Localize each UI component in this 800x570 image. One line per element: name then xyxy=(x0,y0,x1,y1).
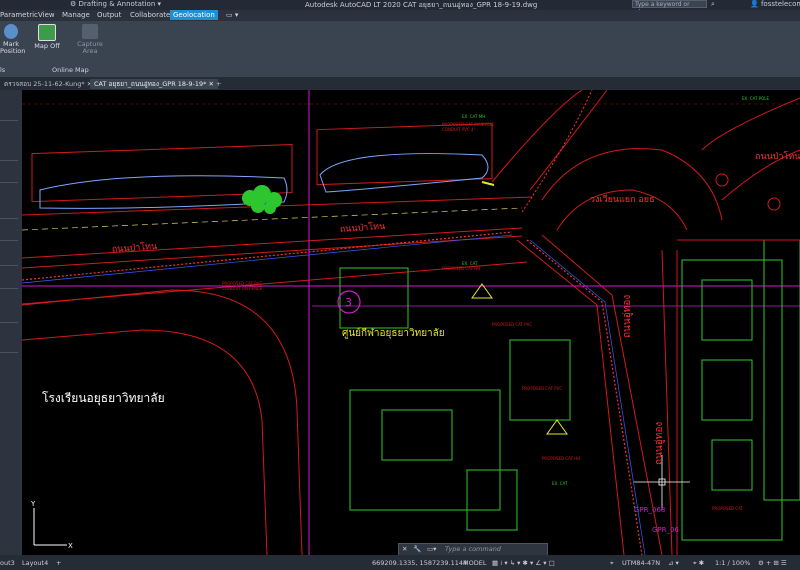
road-edge xyxy=(22,227,523,259)
road-curve xyxy=(701,97,800,151)
road-curve xyxy=(529,90,608,191)
ucs-icon xyxy=(33,508,67,546)
ucs-y-label: Y xyxy=(30,500,36,508)
user-account[interactable]: 👤 fosstelecom-... xyxy=(750,0,800,8)
tab-parametric[interactable]: Parametric xyxy=(0,11,38,19)
command-history-icon[interactable]: ▭▾ xyxy=(427,545,436,553)
coordinate-system[interactable]: UTM84-47N xyxy=(622,559,660,567)
panel-label-left: ls xyxy=(0,66,6,74)
extra-tab-icon[interactable]: ▭ ▾ xyxy=(226,11,238,19)
status-bar: out3 Layout4 + 669209.1335, 1587239.1144… xyxy=(0,555,800,570)
tab-view[interactable]: View xyxy=(38,11,55,19)
drawing-canvas[interactable]: PROPOSED CAT MANHOLE CONDUIT PVC 4" PROP… xyxy=(22,90,800,555)
panel-label-online-map: Online Map xyxy=(52,66,89,74)
file-tab-1[interactable]: ตรวจสอบ 25-11-62-Kung* ✕ xyxy=(0,79,96,89)
search-input[interactable]: Type a keyword or phrase xyxy=(632,0,707,16)
cable-route xyxy=(521,90,593,213)
annotation-visibility-icon[interactable]: ⊿ ▾ xyxy=(668,559,679,567)
annotation-text: PROPOSED CAT PVC xyxy=(522,386,562,391)
road-label-left: ถนนป่าโทน xyxy=(111,241,157,255)
road-edge xyxy=(22,235,523,269)
tab-manage[interactable]: Manage xyxy=(62,11,90,19)
map-off-button[interactable]: Map Off xyxy=(32,24,62,50)
sports-center-label: ศูนย์กีฬาอยุธยาวิทยาลัย xyxy=(342,327,445,339)
road-label-vertical-2: ถนนอู่ทอง xyxy=(654,422,665,465)
settings-icon[interactable]: ⚙ + ⊞ ☰ xyxy=(758,559,787,567)
circle-number: 3 xyxy=(345,296,352,309)
scale-icon[interactable]: ⌖ ✱ xyxy=(693,559,704,568)
wrench-icon[interactable]: 🔧 xyxy=(413,545,421,553)
tab-geolocation[interactable]: Geolocation xyxy=(170,10,218,20)
pole-symbol xyxy=(715,173,729,187)
pond-outline xyxy=(319,153,489,193)
annotation-text: PROPOSED CAT xyxy=(712,506,744,511)
layout-tab-layout4[interactable]: Layout4 xyxy=(22,559,48,567)
map-icon xyxy=(38,24,56,41)
school-label: โรงเรียนอยุธยาวิทยาลัย xyxy=(42,391,165,406)
gpr-label-2: GPR_06 xyxy=(652,526,679,534)
mark-position-label: Mark Position xyxy=(0,40,26,55)
globe-icon xyxy=(4,24,18,39)
marker xyxy=(481,181,495,186)
school-outline xyxy=(22,289,303,555)
annotation-scale[interactable]: 1:1 / 100% xyxy=(715,559,750,567)
ribbon-tabs: Parametric View Manage Output Collaborat… xyxy=(0,10,800,21)
roundabout-arc xyxy=(541,148,723,221)
title-bar: ⚙ Drafting & Annotation ▾ Autodesk AutoC… xyxy=(0,0,800,16)
cable-route-blue xyxy=(529,239,646,555)
tab-output[interactable]: Output xyxy=(97,11,121,19)
mark-position-button[interactable]: Mark Position xyxy=(0,24,26,55)
annotation-text: PROPOSED CAT HH xyxy=(442,266,480,271)
road-label-upper: ถนนป่าโทน xyxy=(339,221,385,235)
add-layout-button[interactable]: + xyxy=(56,559,61,567)
annotation-text-green: EX. CAT POLE xyxy=(742,96,770,101)
map-off-label: Map Off xyxy=(34,42,60,50)
pole-symbol xyxy=(767,197,781,211)
building-blocks xyxy=(339,239,800,541)
roundabout-label: วงเวียนแยก อยธ xyxy=(590,194,655,205)
annotation-text-green: EX. CAT xyxy=(462,261,478,266)
tab-collaborate[interactable]: Collaborate xyxy=(130,11,170,19)
capture-area-label: Capture Area xyxy=(77,40,103,55)
tree-cluster xyxy=(242,185,282,214)
workspace-switcher[interactable]: ⚙ Drafting & Annotation ▾ xyxy=(70,0,161,8)
palette-strip[interactable] xyxy=(0,90,22,555)
file-tabs: ตรวจสอบ 25-11-62-Kung* ✕ CAT อยุธยา_ถนนอ… xyxy=(0,77,800,90)
road-label-right: ถนนป่าโทน xyxy=(755,151,800,162)
close-icon[interactable]: ✕ xyxy=(402,545,407,553)
new-tab-button[interactable]: + xyxy=(212,79,225,89)
model-space-button[interactable]: MODEL xyxy=(463,559,486,567)
grid-icon[interactable]: ▦ ⁞ ▾ ↳ ▾ ✱ ▾ ∠ ▾ □ xyxy=(492,559,555,567)
file-tab-2[interactable]: CAT อยุธยา_ถนนอู่ทอง_GPR 18-9-19* ✕ xyxy=(90,79,218,89)
coordinate-readout: 669209.1335, 1587239.1144 xyxy=(372,559,468,567)
road-label-vertical-1: ถนนอู่ทอง xyxy=(622,295,633,338)
cable-route xyxy=(526,239,643,555)
annotation-text: CONDUIT ON FENCE xyxy=(222,286,263,291)
cable-route xyxy=(22,231,513,281)
user-name: fosstelecom-... xyxy=(760,0,800,8)
drawing-svg: PROPOSED CAT MANHOLE CONDUIT PVC 4" PROP… xyxy=(22,90,800,555)
cable-route-blue xyxy=(22,234,513,284)
file-tab-1-label: ตรวจสอบ 25-11-62-Kung* xyxy=(4,80,85,88)
ribbon-panel: Mark Position Map Off Capture Area ls On… xyxy=(0,21,800,78)
annotation-text-green: EX. CAT MH xyxy=(462,114,485,119)
manhole-symbol xyxy=(546,419,568,435)
ucs-x-label: X xyxy=(68,542,73,550)
file-tab-2-label: CAT อยุธยา_ถนนอู่ทอง_GPR 18-9-19* xyxy=(94,80,207,88)
annotation-text: PROPOSED CAT HH xyxy=(542,456,580,461)
annotation-text-green: EX. CAT xyxy=(552,481,568,486)
annotation-text: CONDUIT PVC 4" xyxy=(442,127,476,132)
search-icon[interactable]: ⌕ xyxy=(711,0,715,9)
capture-icon xyxy=(82,24,98,39)
gpr-label-1: GPR_068 xyxy=(634,506,665,514)
geolocation-icon[interactable]: ⌖ xyxy=(610,559,614,568)
layout-tab-out3[interactable]: out3 xyxy=(0,559,15,567)
command-input[interactable]: Type a command xyxy=(445,545,501,553)
capture-area-button[interactable]: Capture Area xyxy=(75,24,105,55)
workspace-label: Drafting & Annotation xyxy=(78,0,156,8)
annotation-text: PROPOSED CAT PVC xyxy=(492,322,532,327)
school-outline xyxy=(22,329,268,555)
